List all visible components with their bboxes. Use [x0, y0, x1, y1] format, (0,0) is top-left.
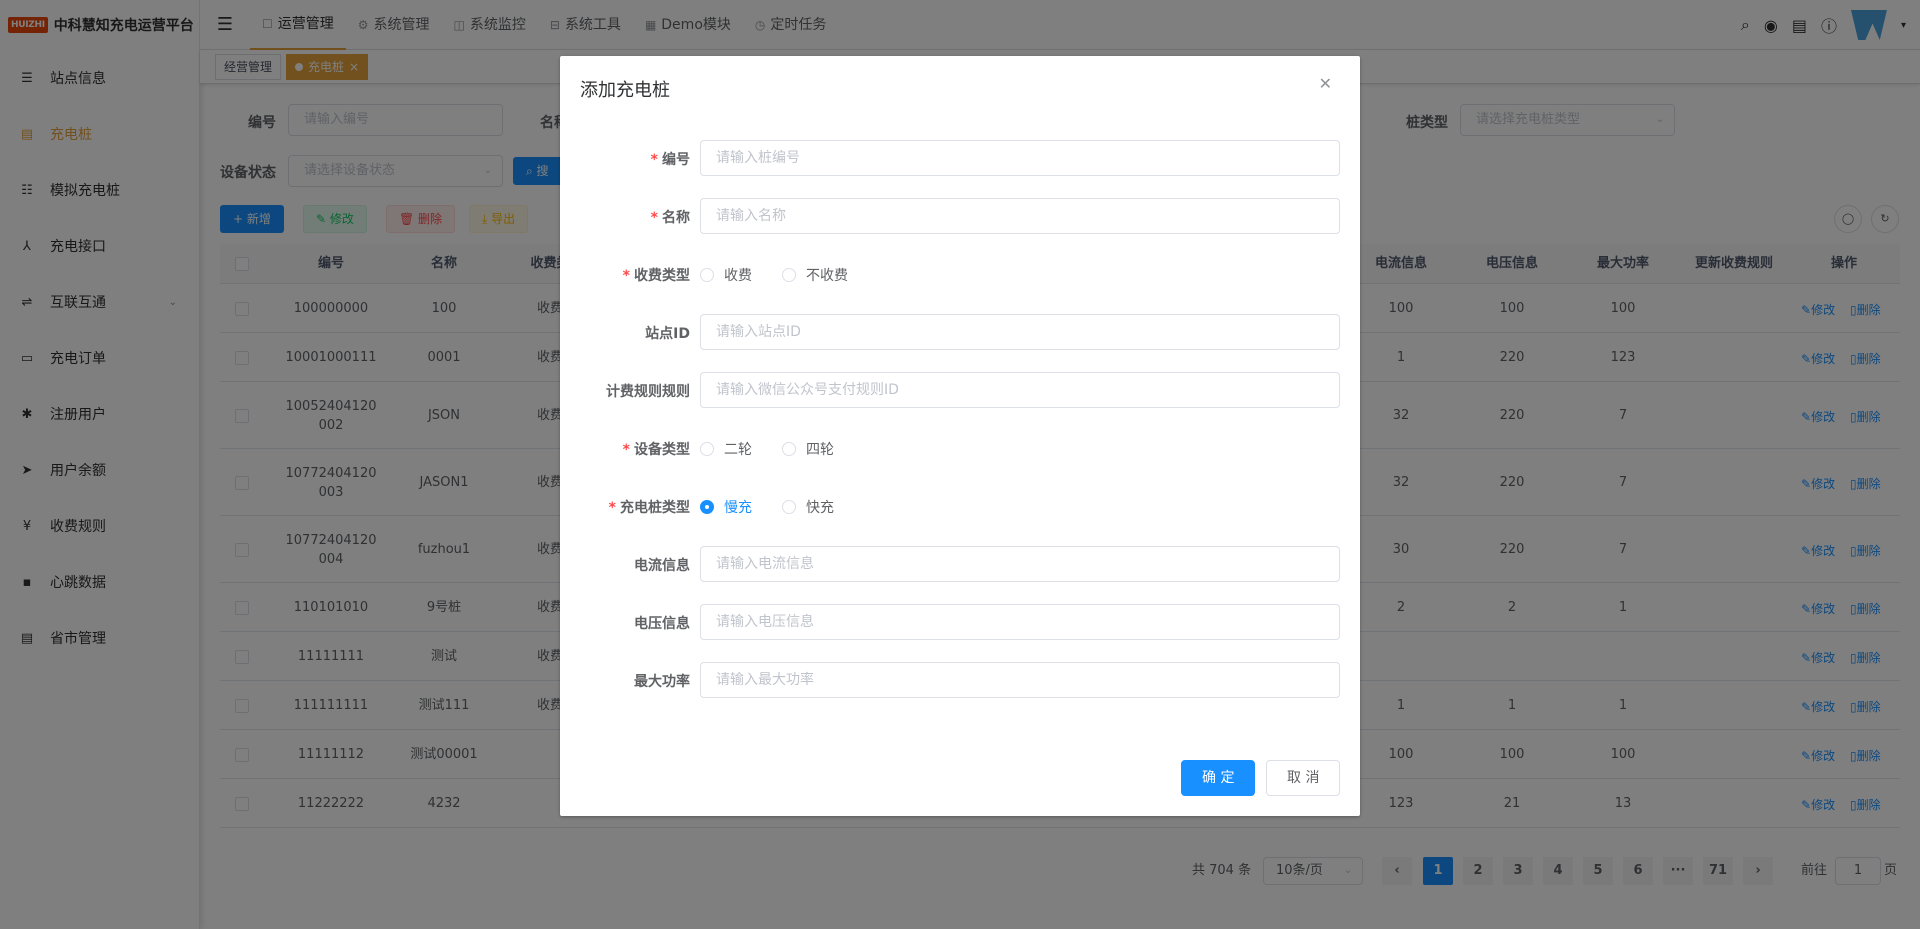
confirm-button[interactable]: 确 定 [1181, 760, 1256, 796]
device-type-radio-two[interactable]: 二轮 [700, 439, 752, 459]
required-mark: * [622, 268, 630, 284]
device-type-radio-four[interactable]: 四轮 [782, 439, 834, 459]
name-label-text: 名称 [662, 210, 690, 226]
cancel-button[interactable]: 取 消 [1266, 760, 1341, 796]
billing-label: 计费规则规则 [560, 381, 690, 401]
station-input[interactable]: 请输入站点ID [700, 314, 1340, 350]
close-icon[interactable]: ✕ [1319, 74, 1332, 93]
station-label-text: 站点ID [645, 326, 690, 342]
radio-label: 二轮 [724, 442, 752, 458]
name-label: * 名称 [560, 207, 690, 227]
code-input[interactable]: 请输入桩编号 [700, 140, 1340, 176]
voltage-label-text: 电压信息 [634, 616, 690, 632]
power-input[interactable]: 请输入最大功率 [700, 662, 1340, 698]
fee-type-label: * 收费类型 [560, 265, 690, 285]
name-input[interactable]: 请输入名称 [700, 198, 1340, 234]
station-label: 站点ID [560, 323, 690, 343]
radio-circle [700, 442, 714, 456]
power-label-text: 最大功率 [634, 674, 690, 690]
pile-type-label-text: 充电桩类型 [620, 500, 690, 516]
required-mark: * [608, 500, 616, 516]
device-type-label: * 设备类型 [560, 439, 690, 459]
current-label-text: 电流信息 [634, 558, 690, 574]
radio-circle [782, 442, 796, 456]
billing-input[interactable]: 请输入微信公众号支付规则ID [700, 372, 1340, 408]
add-charger-dialog: 添加充电桩 ✕ * 编号 请输入桩编号 * 名称 请输入名称 * 收费类型 收费 不收… [560, 56, 1360, 816]
voltage-input[interactable]: 请输入电压信息 [700, 604, 1340, 640]
power-label: 最大功率 [560, 671, 690, 691]
radio-label: 四轮 [806, 442, 834, 458]
billing-label-text: 计费规则规则 [606, 384, 690, 400]
radio-circle [782, 500, 796, 514]
device-type-label-text: 设备类型 [634, 442, 690, 458]
voltage-label: 电压信息 [560, 613, 690, 633]
code-label: * 编号 [560, 149, 690, 169]
fee-type-radio-charge[interactable]: 收费 [700, 265, 752, 285]
pile-type-radio-fast[interactable]: 快充 [782, 497, 834, 517]
radio-label: 快充 [806, 500, 834, 516]
radio-label: 慢充 [724, 500, 752, 516]
required-mark: * [650, 210, 658, 226]
required-mark: * [650, 152, 658, 168]
radio-circle [782, 268, 796, 282]
required-mark: * [622, 442, 630, 458]
radio-circle [700, 268, 714, 282]
current-label: 电流信息 [560, 555, 690, 575]
pile-type-label: * 充电桩类型 [560, 497, 690, 517]
pile-type-radio-slow[interactable]: 慢充 [700, 497, 752, 517]
current-input[interactable]: 请输入电流信息 [700, 546, 1340, 582]
dialog-title: 添加充电桩 [580, 80, 670, 101]
fee-type-label-text: 收费类型 [634, 268, 690, 284]
radio-circle [700, 500, 714, 514]
radio-label: 收费 [724, 268, 752, 284]
radio-label: 不收费 [806, 268, 848, 284]
fee-type-radio-free[interactable]: 不收费 [782, 265, 848, 285]
code-label-text: 编号 [662, 152, 690, 168]
